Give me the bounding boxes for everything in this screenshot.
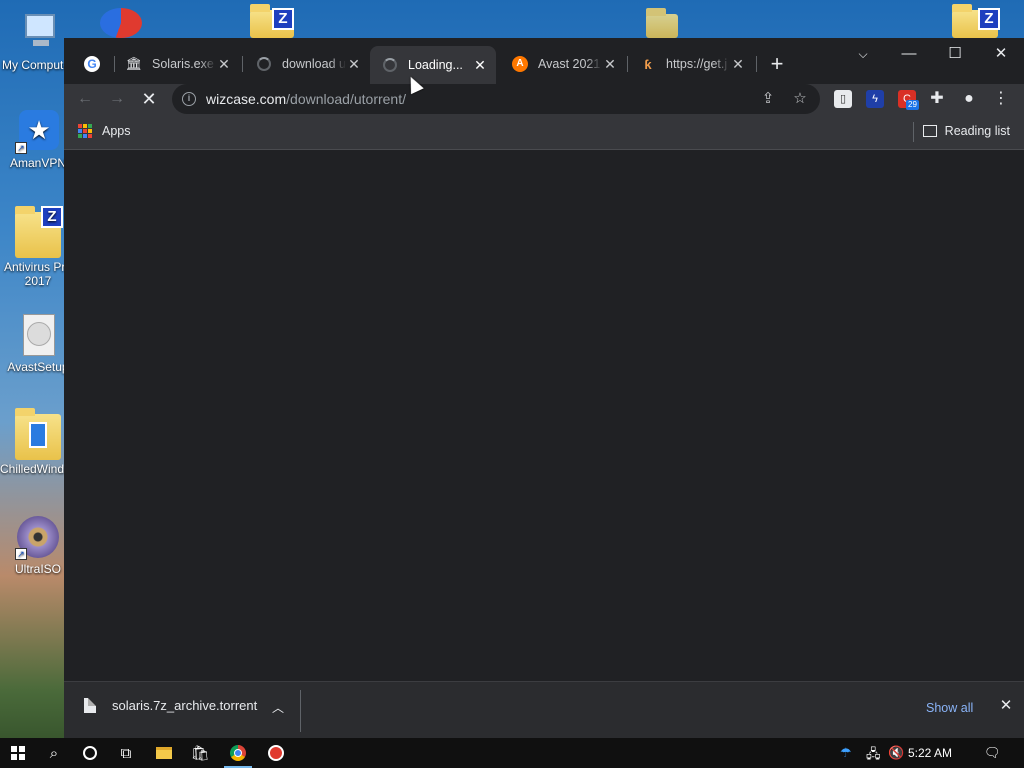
download-options-chevron-icon[interactable]: ︿ [270,700,286,716]
windows-logo-icon [11,746,25,760]
ccleaner-icon[interactable] [100,8,142,38]
site-icon: ƙ [644,56,652,72]
folder-icon[interactable] [646,8,678,38]
tab-get[interactable]: ƙ https://get.j ✕ [628,50,754,78]
apps-shortcut[interactable]: Apps [78,124,131,138]
close-window-button[interactable]: ✕ [978,40,1024,68]
tab-download[interactable]: download u ✕ [244,50,370,78]
store-icon[interactable]: 🛍 [182,738,218,768]
tab-avast[interactable]: A Avast 2021 ✕ [500,50,626,78]
bookmark-star-icon[interactable]: ☆ [788,87,812,111]
search-icon[interactable]: ⌕ [36,738,72,768]
url-host: wizcase.com [206,91,287,107]
tab-loading-active[interactable]: Loading... ✕ [370,46,496,84]
maximize-button[interactable]: ☐ [932,40,978,68]
download-file-name: solaris.7z_archive.torrent [112,698,258,713]
cortana-icon[interactable] [72,738,108,768]
disc-file-icon [15,312,61,358]
loading-spinner-icon [256,56,272,72]
zip-folder-icon: Z [15,206,63,258]
zip-folder-icon[interactable]: Z [250,4,294,38]
close-tab-icon[interactable]: ✕ [216,56,232,72]
tab-title: https://get.j [666,57,728,71]
stop-loading-button[interactable]: ✕ [136,86,162,112]
google-icon: G [84,56,100,72]
bookmarks-bar: Apps Reading list [64,114,1024,150]
tab-title: download u [282,57,346,71]
back-button[interactable]: ← [72,86,98,112]
toolbar: ← → ✕ i wizcase.com/download/utorrent/ ⇪… [64,84,1024,114]
tray-umbrella-icon[interactable]: ☂ [840,745,852,761]
tab-google[interactable]: G [74,50,114,78]
profile-icon[interactable]: ● [956,86,982,112]
extension-adblock-icon[interactable]: C 29 [898,90,919,110]
taskbar: ⌕ ⧉ 🛍 ☂ 🖧 🔇 5:22 AM 🗨 [0,738,1024,768]
extension-badge: 29 [906,100,919,110]
close-tab-icon[interactable]: ✕ [472,57,488,73]
file-explorer-icon[interactable] [146,738,182,768]
notifications-icon[interactable]: 🗨 [984,745,1001,761]
chrome-taskbar-icon[interactable] [220,738,256,768]
new-tab-button[interactable]: + [764,52,790,78]
apps-label: Apps [102,124,131,138]
vpn-star-icon: ★ ↗ [15,108,61,154]
zip-folder-icon[interactable]: Z [952,4,1000,38]
download-item[interactable]: solaris.7z_archive.torrent [84,698,257,713]
close-tab-icon[interactable]: ✕ [346,56,362,72]
close-tab-icon[interactable]: ✕ [730,56,746,72]
tab-strip: G 🏛 Solaris.exe ✕ download u ✕ Loading..… [64,38,1024,84]
reading-list-button[interactable]: Reading list [922,124,1010,138]
close-download-shelf-icon[interactable]: ✕ [998,698,1014,714]
forward-button[interactable]: → [104,86,130,112]
tab-solaris[interactable]: 🏛 Solaris.exe ✕ [114,50,240,78]
close-tab-icon[interactable]: ✕ [602,56,618,72]
start-button[interactable] [0,738,36,768]
tab-title: Avast 2021 [538,57,601,71]
minimize-button[interactable]: — [886,40,932,68]
file-icon [84,698,96,713]
browser-window: G 🏛 Solaris.exe ✕ download u ✕ Loading..… [64,38,1024,738]
site-info-icon[interactable]: i [182,92,196,106]
volume-muted-icon[interactable]: 🔇 [888,745,904,761]
menu-kebab-icon[interactable]: ⋮ [988,86,1014,112]
extensions-puzzle-icon[interactable]: ✚ [924,86,950,112]
url-path: /download/utorrent/ [286,91,406,107]
extension-icon[interactable]: ▯ [834,90,852,108]
reading-list-icon [922,125,937,137]
avast-icon: A [512,56,528,72]
show-all-button[interactable]: Show all [926,701,973,715]
reading-list-label: Reading list [944,124,1010,138]
address-bar[interactable]: i wizcase.com/download/utorrent/ ⇪ ☆ [172,84,820,114]
download-shelf: solaris.7z_archive.torrent ︿ Show all ✕ [64,681,1024,738]
disc-icon: ↗ [15,514,61,560]
computer-icon [15,10,61,56]
share-icon[interactable]: ⇪ [756,87,780,111]
tab-title: Solaris.exe [152,57,214,71]
apps-grid-icon [78,124,92,138]
page-content[interactable] [64,150,1024,680]
tab-title: Loading... [408,58,463,72]
bank-icon: 🏛 [125,56,143,71]
loading-spinner-icon [382,57,398,73]
task-view-icon[interactable]: ⧉ [108,738,144,768]
folder-icon [15,408,61,460]
extension-lightning-icon[interactable]: ϟ [866,90,884,108]
ccleaner-taskbar-icon[interactable] [258,738,294,768]
tab-search-chevron-icon[interactable]: ⌵ [840,40,886,68]
clock[interactable]: 5:22 AM [908,746,952,760]
network-icon[interactable]: 🖧 [866,745,881,767]
